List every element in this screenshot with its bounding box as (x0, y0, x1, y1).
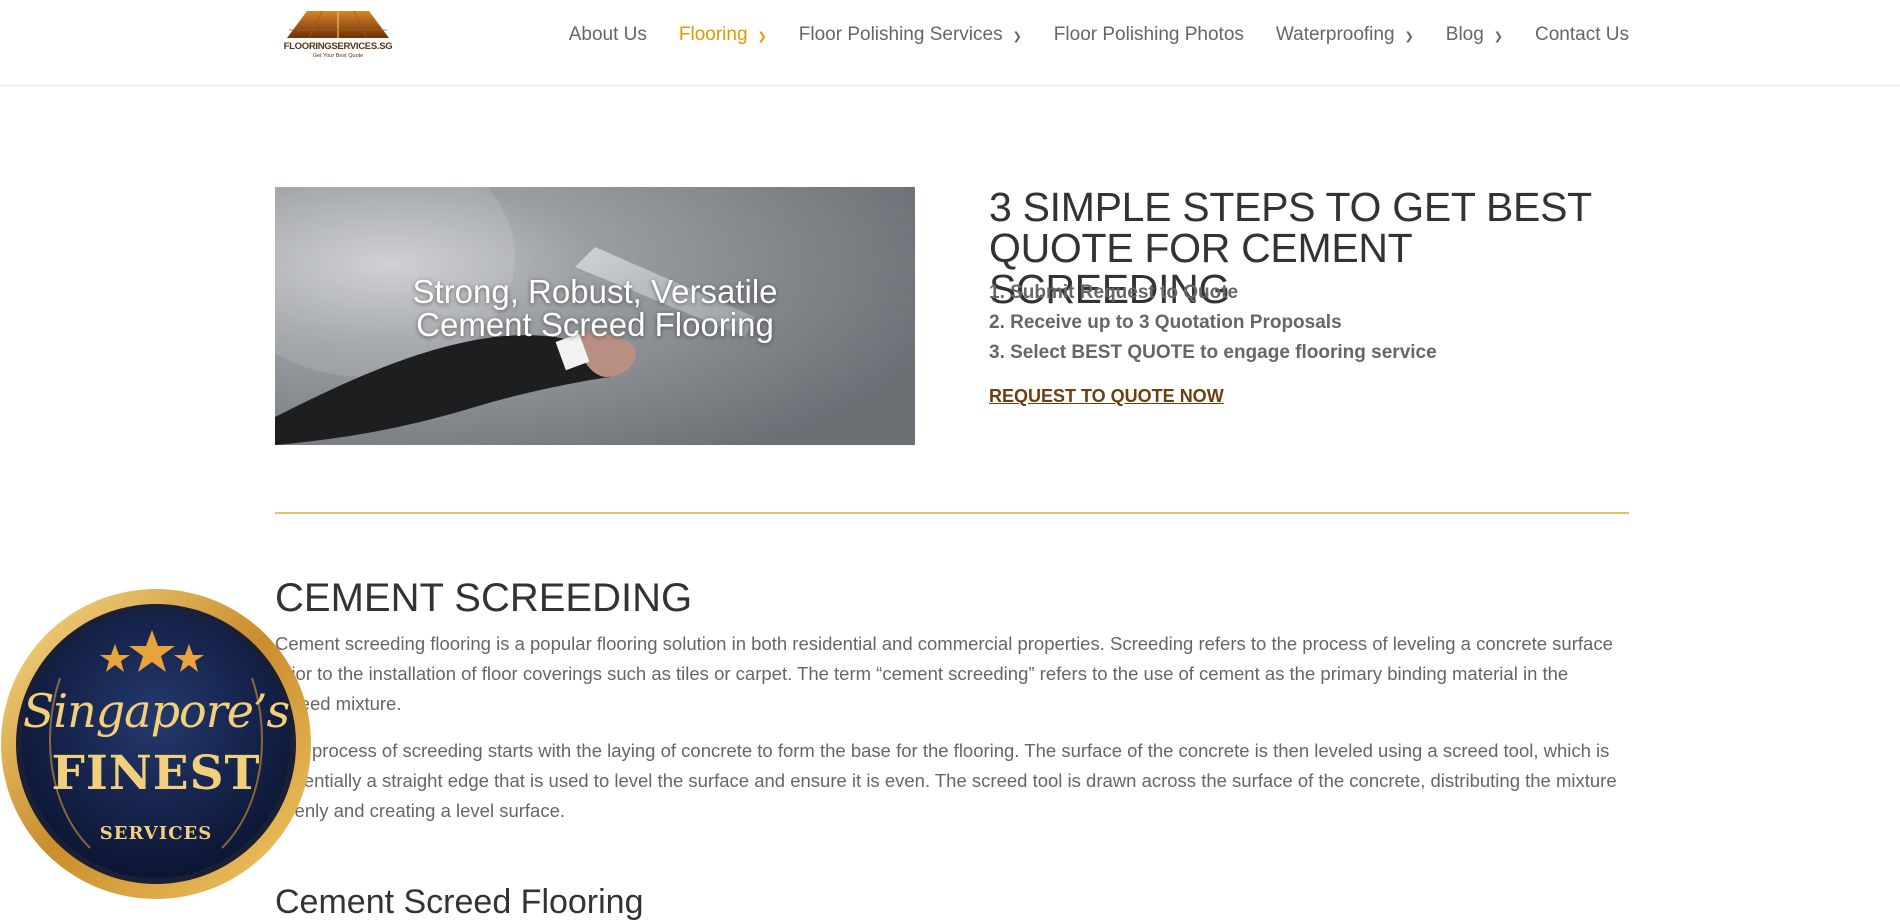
hero-caption-line1: Strong, Robust, Versatile (412, 273, 778, 310)
chevron-down-icon: ❯ (1493, 30, 1504, 43)
nav-about-us[interactable]: About Us (569, 24, 647, 46)
nav-label: Flooring (678, 24, 748, 45)
hero-image: Strong, Robust, Versatile Cement Screed … (275, 187, 915, 445)
nav-label: Floor Polishing Photos (1053, 24, 1244, 45)
request-quote-link[interactable]: REQUEST TO QUOTE NOW (989, 386, 1224, 407)
nav-blog[interactable]: Blog ❯ (1446, 24, 1503, 46)
nav-label: About Us (568, 24, 647, 45)
paragraph: The process of screeding starts with the… (275, 740, 1617, 821)
steps-list: 1. Submit Request to Quote 2. Receive up… (989, 278, 1437, 368)
badge-sub-text: SERVICES (99, 823, 213, 844)
step-item: 2. Receive up to 3 Quotation Proposals (989, 312, 1342, 333)
nav-label: Blog (1445, 24, 1484, 45)
nav-contact-us[interactable]: Contact Us (1535, 24, 1629, 46)
logo-wordmark: FLOORINGSERVICES.SG (283, 41, 393, 52)
badge-seal-icon (1, 589, 311, 899)
next-section-heading: Cement Screed Flooring (275, 883, 644, 921)
chevron-down-icon: ❯ (757, 30, 767, 43)
singapores-finest-badge[interactable]: Singapore’s FINEST SERVICES (0, 588, 312, 900)
nav-label: Floor Polishing Services (798, 24, 1003, 45)
section-title: CEMENT SCREEDING (275, 576, 693, 620)
badge-script-text: Singapore’s (22, 684, 290, 738)
step-item: 3. Select BEST QUOTE to engage flooring … (989, 342, 1437, 363)
site-header: FLOORINGSERVICES.SG Get Your Best Quote … (0, 0, 1900, 86)
hero-caption-line2: Cement Screed Flooring (416, 306, 774, 343)
badge-main-text: FINEST (51, 746, 261, 801)
paragraph: Cement screeding flooring is a popular f… (275, 633, 1613, 714)
nav-floor-polishing-photos[interactable]: Floor Polishing Photos (1054, 24, 1244, 46)
main-nav: About Us Flooring ❯ Floor Polishing Serv… (537, 24, 1629, 46)
logo-tagline: Get Your Best Quote (312, 53, 364, 59)
nav-label: Waterproofing (1275, 24, 1395, 45)
nav-label: Contact Us (1535, 24, 1629, 45)
site-logo[interactable]: FLOORINGSERVICES.SG Get Your Best Quote (277, 8, 399, 63)
steps-title-line1: 3 SIMPLE STEPS TO GET BEST (989, 184, 1592, 230)
nav-waterproofing[interactable]: Waterproofing ❯ (1276, 24, 1414, 46)
roof-logo-icon (287, 10, 389, 39)
chevron-down-icon: ❯ (1404, 30, 1414, 43)
nav-floor-polishing-services[interactable]: Floor Polishing Services ❯ (799, 24, 1022, 46)
nav-flooring[interactable]: Flooring ❯ (679, 24, 767, 46)
section-divider (275, 512, 1629, 514)
step-item: 1. Submit Request to Quote (989, 282, 1239, 303)
hero-caption: Strong, Robust, Versatile Cement Screed … (275, 275, 915, 341)
chevron-down-icon: ❯ (1012, 30, 1022, 43)
